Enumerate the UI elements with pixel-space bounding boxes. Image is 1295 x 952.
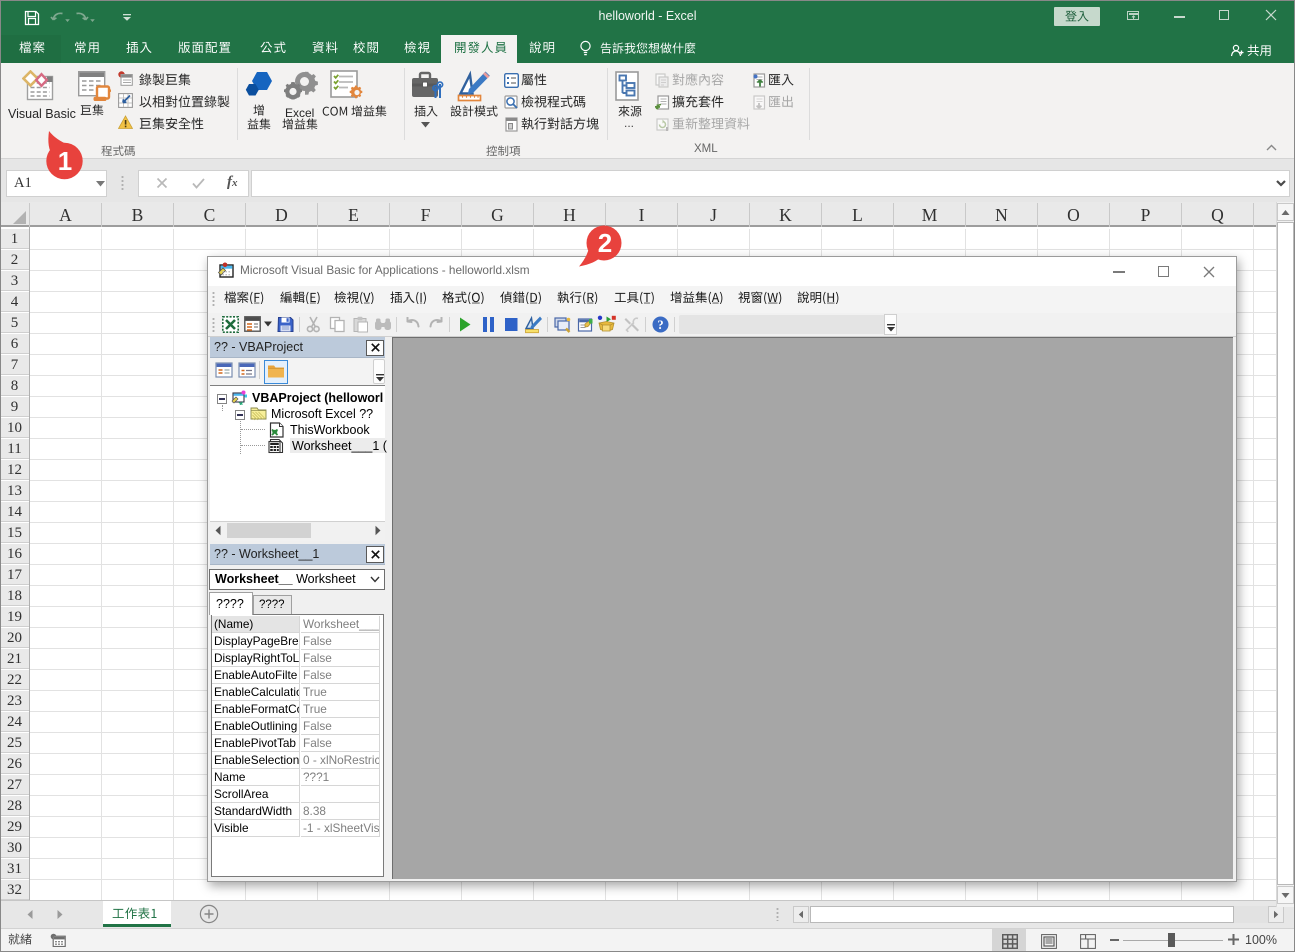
svg-text:1: 1: [58, 146, 72, 176]
svg-text:?: ?: [657, 318, 663, 332]
svg-text:2: 2: [598, 228, 612, 258]
